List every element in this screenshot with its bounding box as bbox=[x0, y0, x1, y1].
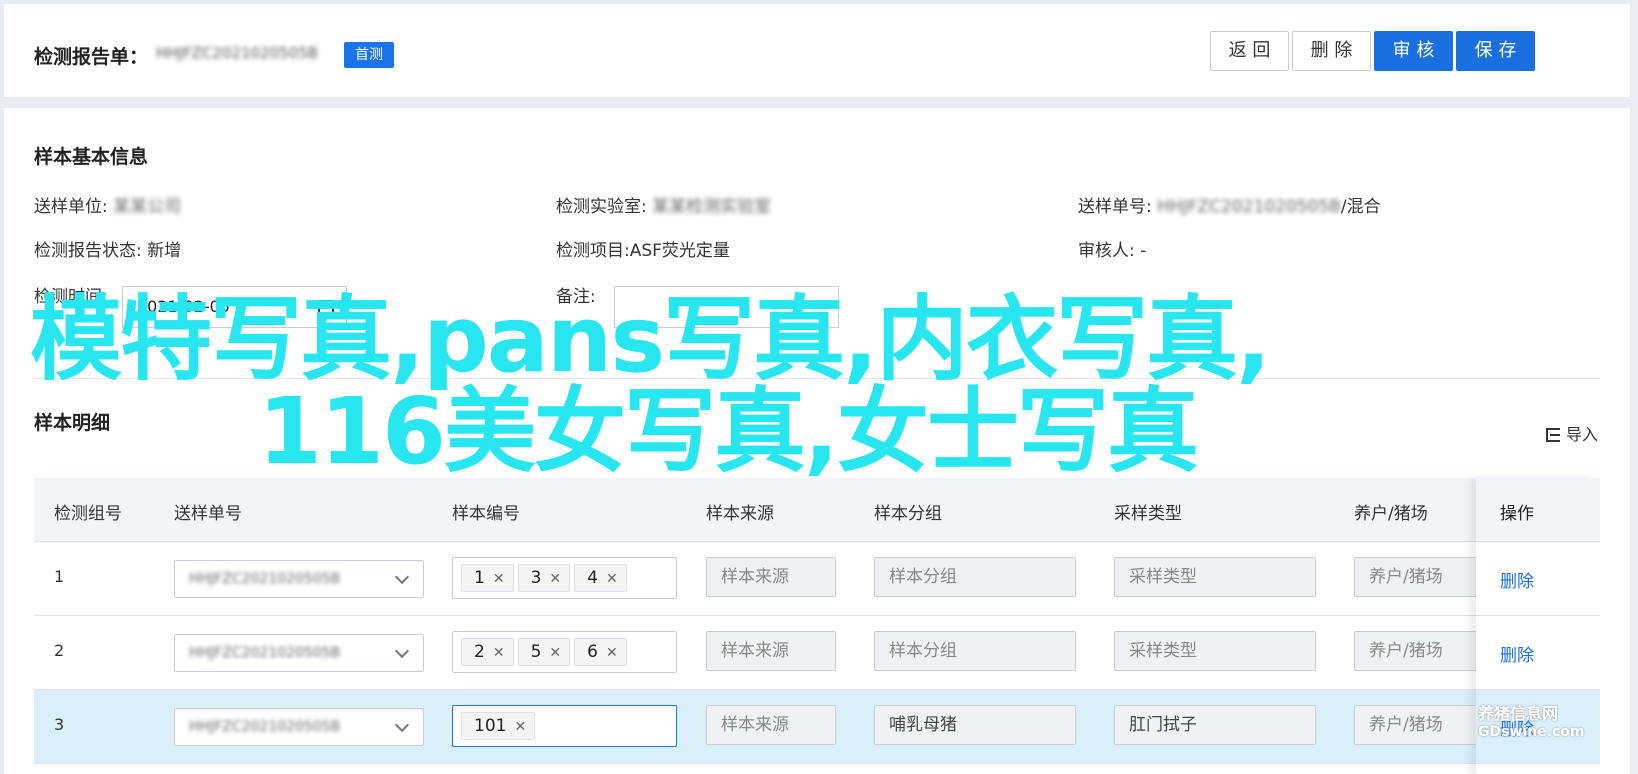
sample-table: 检测组号 送样单号 样本编号 样本来源 样本分组 采样类型 养户/猪场 1 HH… bbox=[34, 478, 1600, 774]
sample-no-input[interactable]: 1 ✕ 3 ✕ 4 ✕ bbox=[452, 557, 677, 599]
operation-cell: 删除 bbox=[1476, 542, 1600, 616]
page-title: 检测报告单： bbox=[34, 46, 149, 68]
send-no-select[interactable]: HHJFZC2021020505B bbox=[174, 708, 424, 746]
close-icon[interactable]: ✕ bbox=[606, 645, 618, 661]
farm-field[interactable]: 养户/猪场 bbox=[1354, 557, 1484, 597]
sample-group-field[interactable]: 样本分组 bbox=[874, 631, 1076, 671]
lab-field: 检测实验室: 某某检测实验室 bbox=[556, 192, 771, 217]
group-no: 1 bbox=[54, 567, 65, 586]
chevron-down-icon bbox=[394, 569, 410, 585]
col-source: 样本来源 bbox=[706, 504, 774, 524]
send-no-field: 送样单号: HHJFZC2021020505B/混合 bbox=[1078, 192, 1381, 217]
watermark-line1: 养猪信息网 bbox=[1478, 704, 1559, 723]
item-value: ASF荧光定量 bbox=[629, 241, 730, 261]
send-no-label: 送样单号: bbox=[1078, 197, 1152, 217]
send-no-select[interactable]: HHJFZC2021020505B bbox=[174, 560, 424, 598]
group-no: 2 bbox=[54, 641, 65, 660]
source-field[interactable]: 样本来源 bbox=[706, 631, 836, 671]
watermark: 养猪信息网 GDswine.com bbox=[1478, 700, 1584, 740]
col-sample-no: 样本编号 bbox=[452, 504, 520, 524]
item-label: 检测项目: bbox=[556, 241, 630, 261]
basic-info-title: 样本基本信息 bbox=[34, 146, 149, 168]
col-farm: 养户/猪场 bbox=[1354, 504, 1428, 524]
sample-group-field[interactable]: 样本分组 bbox=[874, 557, 1076, 597]
send-no-value: HHJFZC2021020505B bbox=[1157, 197, 1341, 217]
sample-type-field[interactable]: 采样类型 bbox=[1114, 557, 1316, 597]
reviewer-label: 审核人: bbox=[1078, 241, 1135, 261]
watermark-line2: GDswine.com bbox=[1478, 724, 1585, 740]
status-badge: 首测 bbox=[344, 42, 394, 68]
close-icon[interactable]: ✕ bbox=[493, 571, 505, 587]
sample-chip: 101 ✕ bbox=[461, 712, 536, 740]
sample-chip: 1 ✕ bbox=[461, 564, 514, 592]
send-no-select[interactable]: HHJFZC2021020505B bbox=[174, 634, 424, 672]
close-icon[interactable]: ✕ bbox=[606, 571, 618, 587]
send-unit-field: 送样单位: 某某公司 bbox=[34, 192, 181, 217]
back-button[interactable]: 返 回 bbox=[1210, 31, 1289, 71]
save-button[interactable]: 保 存 bbox=[1456, 31, 1535, 71]
overlay-text-line1: 模特写真,pans写真,内衣写真, bbox=[30, 286, 1271, 393]
sample-chip: 5 ✕ bbox=[517, 638, 571, 666]
table-row: 3 HHJFZC2021020505B 101 ✕ 样本来源 哺乳母猪 肛门拭子 … bbox=[34, 690, 1600, 764]
send-no-suffix: /混合 bbox=[1340, 197, 1381, 217]
sample-no-input[interactable]: 101 ✕ bbox=[452, 705, 677, 747]
sample-chip: 6 ✕ bbox=[574, 638, 627, 666]
col-operation-header: 操作 bbox=[1476, 478, 1600, 542]
close-icon[interactable]: ✕ bbox=[549, 645, 561, 661]
send-unit-label: 送样单位: bbox=[34, 197, 108, 217]
send-no-select-value: HHJFZC2021020505B bbox=[189, 645, 341, 661]
sample-chip: 4 ✕ bbox=[574, 564, 627, 592]
col-operation: 操作 bbox=[1500, 504, 1534, 524]
operation-cell: 删除 bbox=[1476, 616, 1600, 690]
reviewer-field: 审核人: - bbox=[1078, 236, 1146, 261]
status-value: 新增 bbox=[147, 241, 182, 261]
table-row: 2 HHJFZC2021020505B 2 ✕ 5 ✕ 6 ✕ 样本来源 样本分组 采样类… bbox=[34, 616, 1600, 690]
close-icon[interactable]: ✕ bbox=[493, 645, 505, 661]
col-send-no: 送样单号 bbox=[174, 504, 242, 524]
send-no-select-value: HHJFZC2021020505B bbox=[189, 719, 341, 735]
sample-chip: 3 ✕ bbox=[517, 564, 571, 592]
report-number: HHJFZC2021020505B bbox=[156, 44, 319, 62]
source-field[interactable]: 样本来源 bbox=[706, 557, 836, 597]
status-field: 检测报告状态: 新增 bbox=[34, 236, 181, 261]
close-icon[interactable]: ✕ bbox=[514, 719, 526, 735]
sample-group-field[interactable]: 哺乳母猪 bbox=[874, 705, 1076, 745]
status-label: 检测报告状态: bbox=[34, 241, 142, 261]
col-sample-group: 样本分组 bbox=[874, 504, 942, 524]
farm-field[interactable]: 养户/猪场 bbox=[1354, 631, 1484, 671]
sample-chip: 2 ✕ bbox=[461, 638, 514, 666]
row-delete-link[interactable]: 删除 bbox=[1500, 567, 1534, 592]
delete-button[interactable]: 删 除 bbox=[1292, 31, 1371, 71]
row-delete-link[interactable]: 删除 bbox=[1500, 641, 1534, 666]
review-button[interactable]: 审 核 bbox=[1374, 31, 1453, 71]
item-field: 检测项目:ASF荧光定量 bbox=[556, 236, 730, 261]
detail-title: 样本明细 bbox=[34, 412, 111, 434]
group-no: 3 bbox=[54, 715, 65, 734]
close-icon[interactable]: ✕ bbox=[549, 571, 561, 587]
reviewer-value: - bbox=[1140, 241, 1147, 261]
sample-no-input[interactable]: 2 ✕ 5 ✕ 6 ✕ bbox=[452, 631, 677, 673]
col-sample-type: 采样类型 bbox=[1114, 504, 1182, 524]
farm-field[interactable]: 养户/猪场 bbox=[1354, 705, 1484, 745]
page-header: 检测报告单： HHJFZC2021020505B 首测 返 回 删 除 审 核 … bbox=[4, 4, 1630, 97]
table-row: 1 HHJFZC2021020505B 1 ✕ 3 ✕ 4 ✕ 样本来源 样本分组 采样类… bbox=[34, 542, 1600, 616]
sample-type-field[interactable]: 肛门拭子 bbox=[1114, 705, 1316, 745]
chevron-down-icon bbox=[394, 717, 410, 733]
lab-label: 检测实验室: bbox=[556, 197, 647, 217]
send-unit-value: 某某公司 bbox=[113, 197, 182, 217]
col-group: 检测组号 bbox=[54, 504, 122, 524]
lab-value: 某某检测实验室 bbox=[652, 197, 772, 217]
chevron-down-icon bbox=[394, 643, 410, 659]
table-header: 检测组号 送样单号 样本编号 样本来源 样本分组 采样类型 养户/猪场 bbox=[34, 478, 1600, 542]
sample-type-field[interactable]: 采样类型 bbox=[1114, 631, 1316, 671]
source-field[interactable]: 样本来源 bbox=[706, 705, 836, 745]
send-no-select-value: HHJFZC2021020505B bbox=[189, 571, 341, 587]
overlay-text-line2: 116美女写真,女士写真 bbox=[258, 378, 1199, 485]
